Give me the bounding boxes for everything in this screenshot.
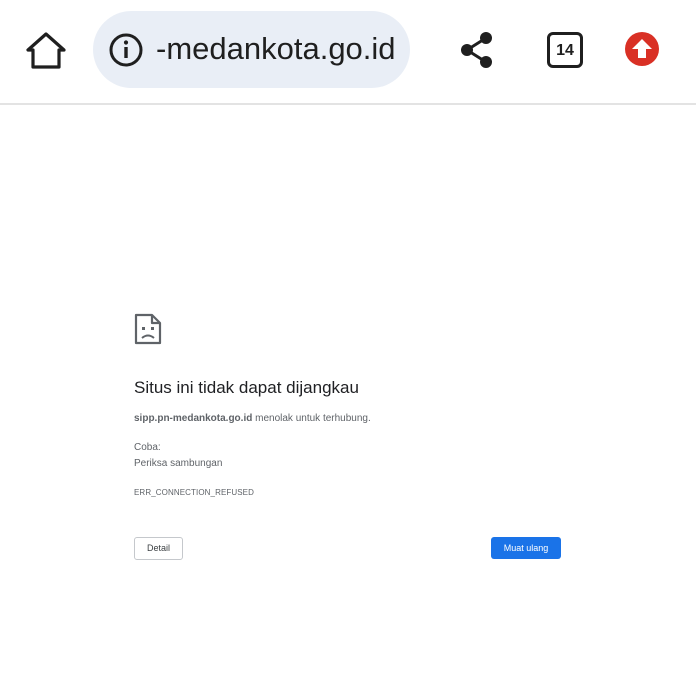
details-button-label: Detail bbox=[146, 543, 170, 553]
share-icon bbox=[461, 32, 492, 68]
error-title: Situs ini tidak dapat dijangkau bbox=[134, 378, 359, 397]
reload-button[interactable]: Muat ulang bbox=[491, 537, 561, 559]
tab-switcher-button[interactable]: 14 bbox=[547, 32, 583, 68]
address-bar[interactable]: -medankota.go.id bbox=[93, 11, 410, 88]
url-text[interactable]: -medankota.go.id bbox=[156, 30, 396, 68]
home-button[interactable] bbox=[22, 28, 70, 76]
error-description: sipp.pn-medankota.go.id menolak untuk te… bbox=[134, 412, 371, 426]
details-button[interactable]: Detail bbox=[134, 537, 183, 560]
update-button[interactable] bbox=[624, 31, 660, 67]
info-icon[interactable] bbox=[108, 32, 144, 68]
error-code: ERR_CONNECTION_REFUSED bbox=[134, 488, 254, 497]
suggestion-check-connection: Periksa sambungan bbox=[134, 458, 223, 469]
tab-count: 14 bbox=[556, 42, 574, 59]
share-button[interactable] bbox=[458, 30, 496, 70]
sad-document-icon bbox=[134, 313, 162, 345]
error-message: menolak untuk terhubung. bbox=[252, 413, 371, 424]
error-host: sipp.pn-medankota.go.id bbox=[134, 413, 253, 424]
update-arrow-icon bbox=[625, 32, 659, 66]
home-icon bbox=[26, 32, 66, 69]
try-label: Coba: bbox=[134, 442, 161, 453]
browser-toolbar: -medankota.go.id 14 bbox=[0, 0, 696, 105]
